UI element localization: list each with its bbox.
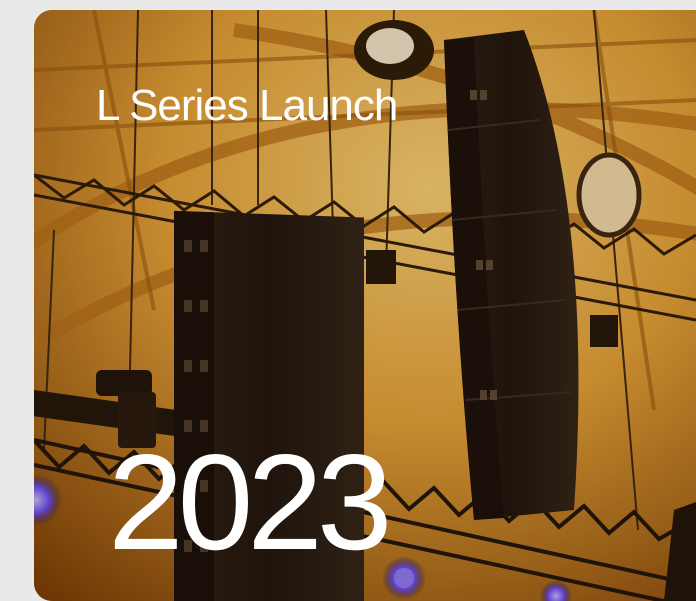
launch-year: 2023 [108, 426, 393, 578]
launch-card[interactable]: L Series Launch 2023 [34, 10, 696, 601]
card-title: L Series Launch [96, 81, 398, 130]
